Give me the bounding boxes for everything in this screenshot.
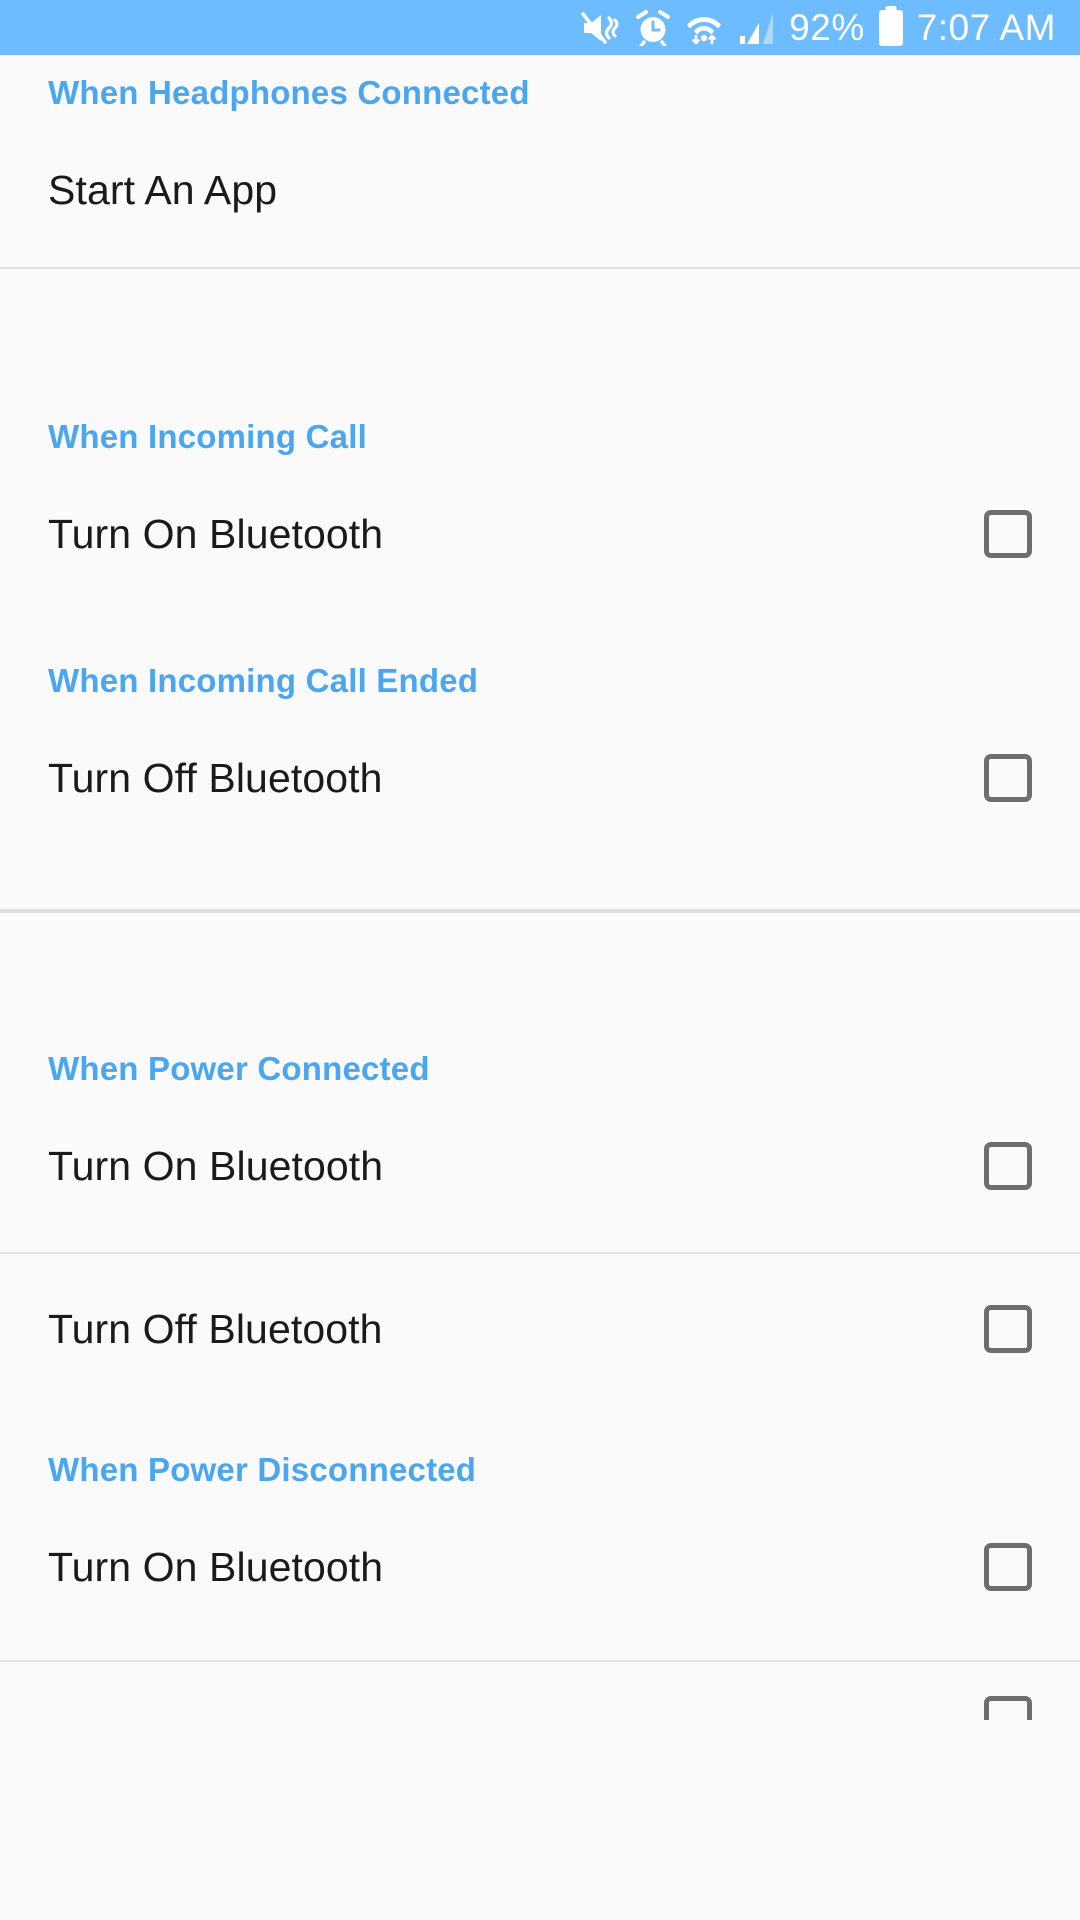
section-header-incoming-call-ended: When Incoming Call Ended	[48, 662, 479, 699]
mute-vibrate-icon	[581, 11, 621, 45]
settings-list[interactable]: When Headphones Connected Start An App W…	[0, 55, 1080, 1920]
row-label-turn-off-bluetooth: Turn Off Bluetooth	[48, 1305, 383, 1352]
row-start-an-app[interactable]: Start An App	[0, 131, 1080, 249]
row-label-turn-on-bluetooth: Turn On Bluetooth	[48, 510, 384, 557]
checkbox-turn-off-bluetooth-call-ended[interactable]	[984, 754, 1032, 802]
section-header-power-disconnected: When Power Disconnected	[48, 1451, 477, 1488]
status-bar[interactable]: 92% 7:07 AM	[0, 0, 1080, 55]
checkbox-turn-on-bluetooth-incoming-call[interactable]	[984, 510, 1032, 558]
row-turn-on-bluetooth-incoming-call[interactable]: Turn On Bluetooth	[0, 475, 1080, 593]
section-power-disconnected: When Power Disconnected Turn On Bluetoot…	[0, 1388, 1080, 1720]
battery-percentage: 92%	[789, 7, 865, 48]
checkbox-turn-on-bluetooth-power-disconnected[interactable]	[984, 1543, 1032, 1591]
checkbox-partially-visible[interactable]	[984, 1696, 1032, 1720]
row-turn-on-bluetooth-power-disconnected[interactable]: Turn On Bluetooth	[0, 1508, 1080, 1626]
section-incoming-call-ended: When Incoming Call Ended Turn Off Blueto…	[0, 593, 1080, 837]
section-header-incoming-call: When Incoming Call	[48, 418, 367, 455]
row-label-turn-on-bluetooth: Turn On Bluetooth	[48, 1543, 384, 1590]
checkbox-turn-on-bluetooth-power-connected[interactable]	[984, 1142, 1032, 1190]
row-turn-off-bluetooth-power-connected[interactable]: Turn Off Bluetooth	[0, 1270, 1080, 1388]
row-partially-visible-next[interactable]	[0, 1662, 1080, 1720]
clock-time: 7:07 AM	[916, 7, 1056, 48]
section-power-connected: When Power Connected Turn On Bluetooth T…	[0, 913, 1080, 1388]
section-incoming-call: When Incoming Call Turn On Bluetooth	[0, 269, 1080, 593]
battery-icon	[878, 9, 903, 46]
row-divider	[0, 1252, 1080, 1254]
row-label-start-an-app: Start An App	[48, 166, 278, 213]
row-turn-off-bluetooth-call-ended[interactable]: Turn Off Bluetooth	[0, 719, 1080, 837]
row-turn-on-bluetooth-power-connected[interactable]: Turn On Bluetooth	[0, 1107, 1080, 1225]
section-header-power-connected: When Power Connected	[48, 1050, 430, 1087]
section-headphones-connected: When Headphones Connected Start An App	[0, 55, 1080, 249]
row-label-turn-off-bluetooth: Turn Off Bluetooth	[48, 754, 383, 801]
checkbox-turn-off-bluetooth-power-connected[interactable]	[984, 1305, 1032, 1353]
section-header-headphones-connected: When Headphones Connected	[48, 74, 530, 111]
wifi-data-transfer-icon	[685, 10, 723, 46]
cellular-signal-icon	[737, 11, 775, 45]
alarm-clock-icon	[635, 9, 671, 46]
row-label-turn-on-bluetooth: Turn On Bluetooth	[48, 1142, 384, 1189]
